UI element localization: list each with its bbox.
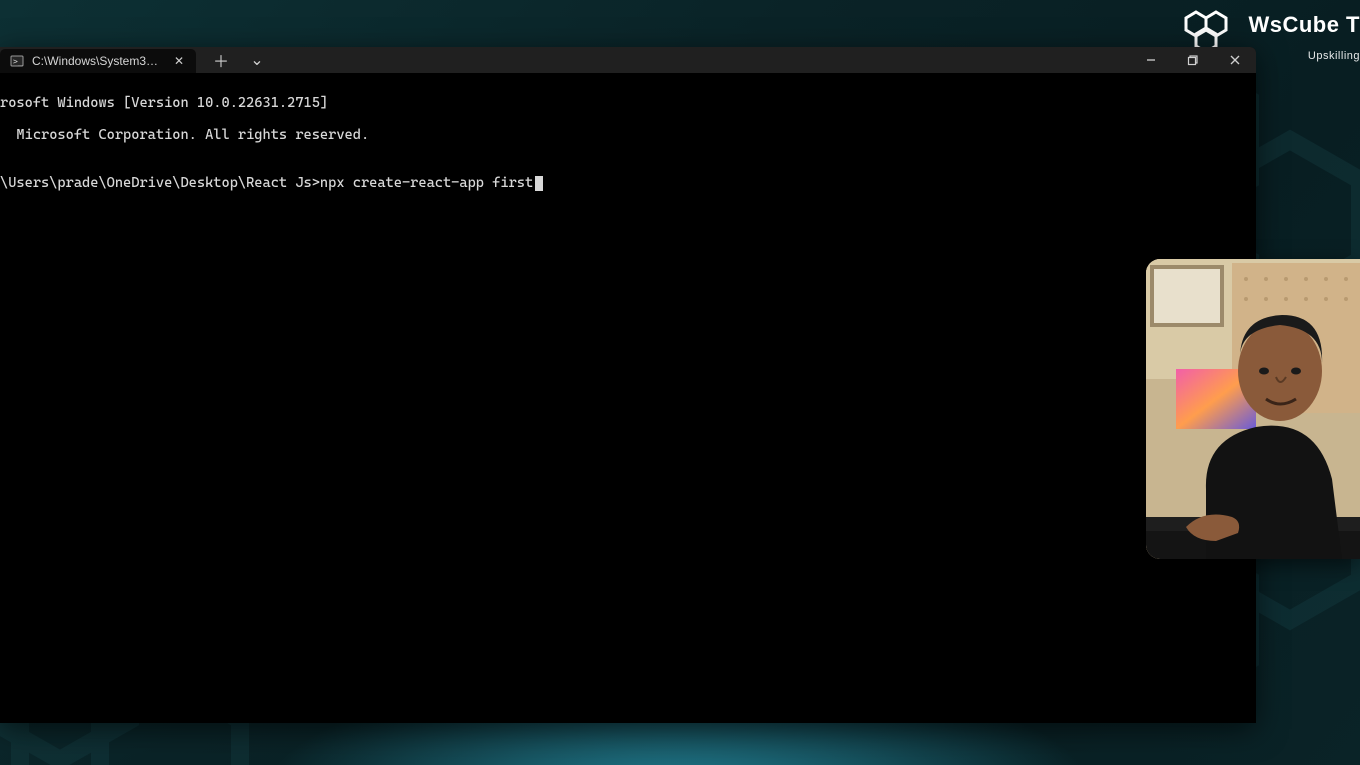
terminal-prompt: \Users\prade\OneDrive\Desktop\React Js> bbox=[0, 175, 320, 191]
brand-name: WsCube T bbox=[1248, 14, 1360, 36]
maximize-button[interactable] bbox=[1172, 47, 1214, 73]
terminal-cursor bbox=[535, 176, 543, 191]
titlebar[interactable]: >_ C:\Windows\System32\cmd.e ✕ ＋ ⌄ bbox=[0, 47, 1256, 73]
terminal-prompt-line: \Users\prade\OneDrive\Desktop\React Js>n… bbox=[0, 175, 1256, 191]
svg-text:>_: >_ bbox=[13, 57, 23, 66]
tab-title: C:\Windows\System32\cmd.e bbox=[32, 54, 164, 68]
terminal-window: >_ C:\Windows\System32\cmd.e ✕ ＋ ⌄ rosof… bbox=[0, 47, 1256, 723]
terminal-command: npx create-react-app first bbox=[320, 175, 533, 191]
terminal-line: rosoft Windows [Version 10.0.22631.2715] bbox=[0, 95, 1256, 111]
maximize-icon bbox=[1187, 54, 1199, 66]
close-button[interactable] bbox=[1214, 47, 1256, 73]
presenter-camera bbox=[1146, 259, 1360, 559]
window-controls bbox=[1130, 47, 1256, 73]
tab-close-button[interactable]: ✕ bbox=[172, 54, 186, 68]
cmd-icon: >_ bbox=[10, 54, 24, 68]
terminal-line: Microsoft Corporation. All rights reserv… bbox=[0, 127, 1256, 143]
terminal-body[interactable]: rosoft Windows [Version 10.0.22631.2715]… bbox=[0, 73, 1256, 723]
minimize-icon bbox=[1145, 54, 1157, 66]
tab-cmd[interactable]: >_ C:\Windows\System32\cmd.e ✕ bbox=[0, 49, 196, 73]
new-tab-button[interactable]: ＋ bbox=[208, 47, 234, 73]
hexagon-logo-icon bbox=[1182, 6, 1242, 48]
minimize-button[interactable] bbox=[1130, 47, 1172, 73]
new-tab-dropdown[interactable]: ⌄ bbox=[244, 47, 270, 73]
close-icon bbox=[1229, 54, 1241, 66]
